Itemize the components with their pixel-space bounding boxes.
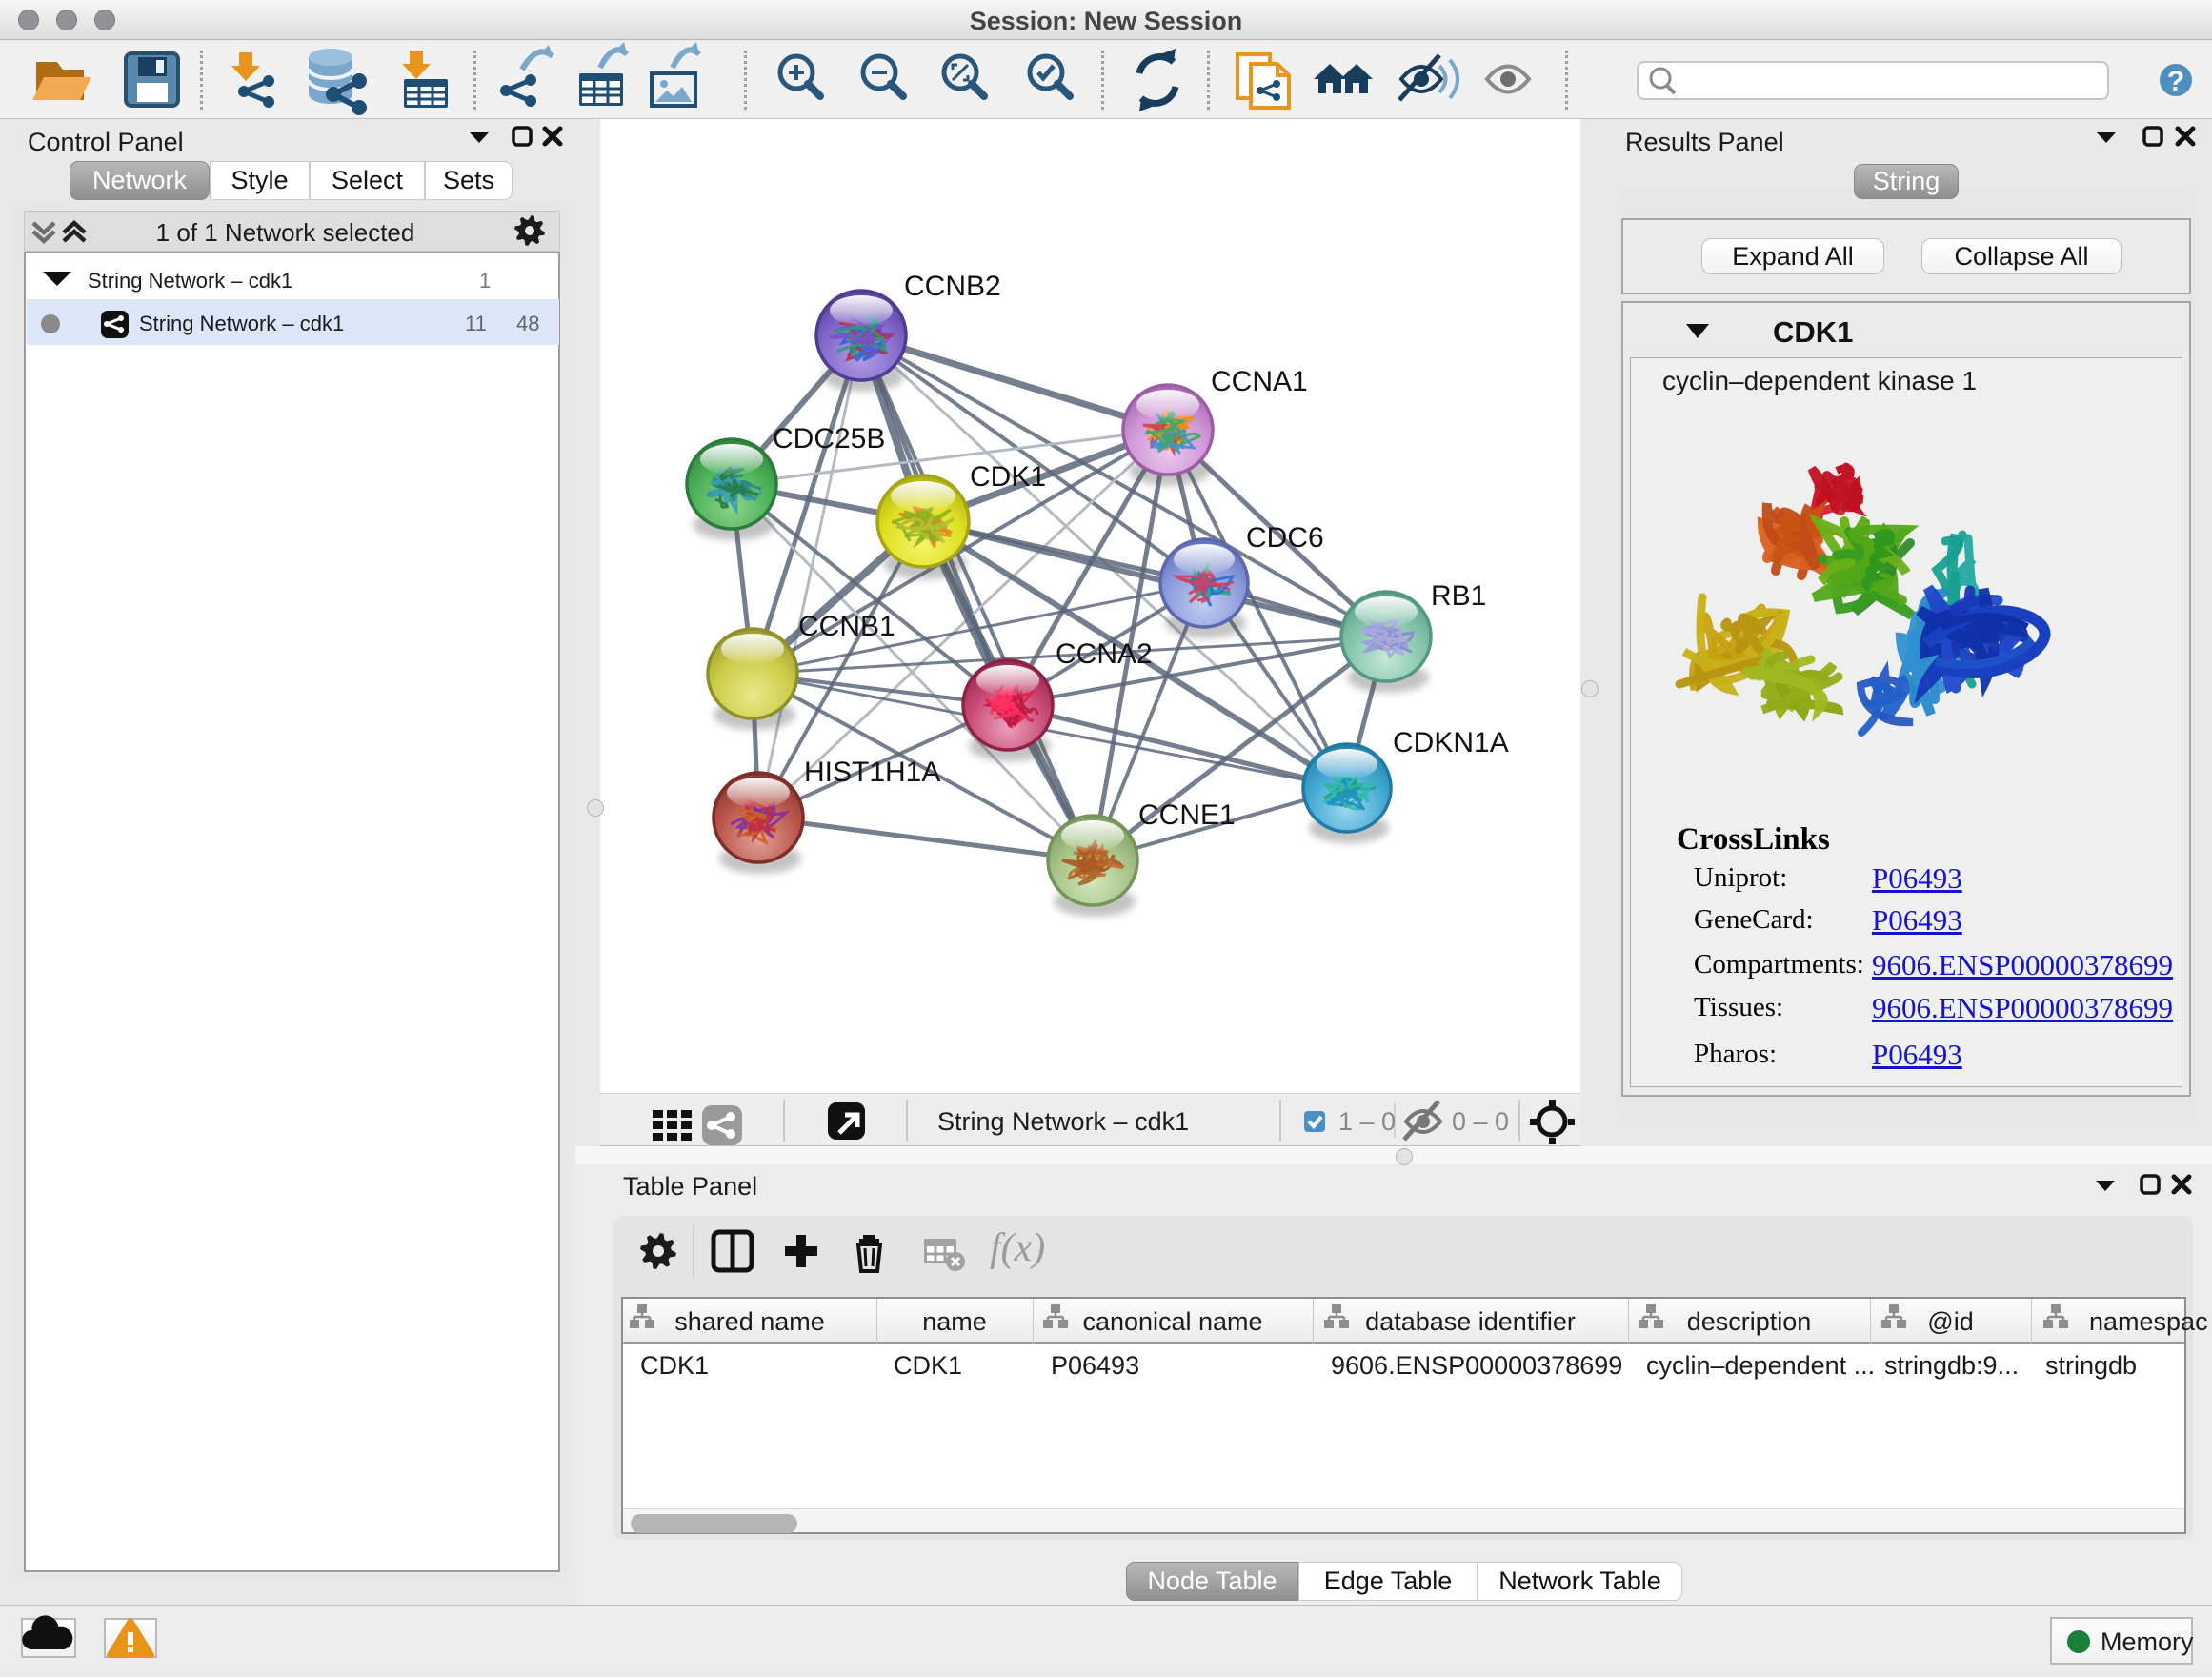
svg-text:CCNB1: CCNB1 — [798, 611, 895, 642]
svg-text:CCNE1: CCNE1 — [1138, 799, 1236, 831]
svg-text:CCNB2: CCNB2 — [904, 271, 1001, 302]
svg-text:CDK1: CDK1 — [970, 461, 1046, 493]
svg-text:?: ? — [2167, 66, 2184, 97]
svg-text:CCNA2: CCNA2 — [1056, 638, 1153, 670]
svg-text:CDC6: CDC6 — [1246, 522, 1324, 554]
svg-text:HIST1H1A: HIST1H1A — [804, 757, 940, 788]
svg-text:CDKN1A: CDKN1A — [1393, 727, 1509, 758]
svg-text:CDC25B: CDC25B — [773, 423, 885, 455]
svg-text:CCNA1: CCNA1 — [1211, 366, 1308, 397]
svg-text:RB1: RB1 — [1431, 580, 1486, 612]
